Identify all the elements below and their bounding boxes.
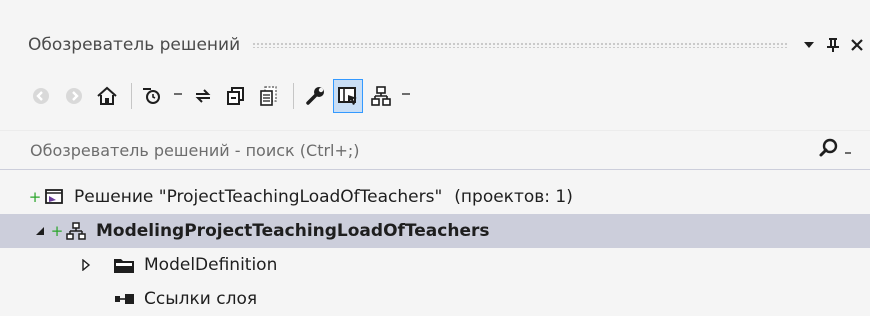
layer-references-label: Ссылки слоя: [144, 289, 258, 309]
layer-references-icon: [112, 287, 136, 311]
tree-row-project[interactable]: + ModelingProjectTeachingLoadOfTeachers: [0, 214, 870, 248]
collapse-all-icon[interactable]: [221, 79, 251, 113]
expand-triangle-icon[interactable]: [78, 259, 94, 271]
toolbar: [26, 76, 416, 116]
search-bar: [0, 130, 870, 170]
modeling-project-icon: [64, 219, 88, 243]
add-status-icon: +: [28, 188, 42, 206]
class-view-dropdown-icon[interactable]: [399, 79, 413, 113]
show-all-files-icon[interactable]: [254, 79, 284, 113]
tree-row-solution[interactable]: + Решение "ProjectTeachingLoadOfTeachers…: [0, 180, 870, 214]
preview-selected-items-icon[interactable]: [333, 79, 363, 113]
close-icon[interactable]: [846, 34, 868, 56]
project-label: ModelingProjectTeachingLoadOfTeachers: [96, 221, 490, 241]
pending-changes-filter-icon[interactable]: [138, 79, 168, 113]
toolbar-separator: [131, 83, 132, 109]
search-input[interactable]: [28, 139, 818, 161]
solution-icon: [42, 185, 66, 209]
solution-explorer-panel: Обозреватель решений Обозреватель решени…: [0, 0, 870, 316]
title-bar: Обозреватель решений: [0, 28, 870, 62]
add-status-icon: +: [50, 222, 64, 240]
title-grip[interactable]: [252, 42, 788, 48]
tree-row-layer-references[interactable]: Ссылки слоя: [0, 282, 870, 316]
filter-dropdown-icon[interactable]: [171, 79, 185, 113]
dropdown-arrow-icon[interactable]: [798, 34, 820, 56]
home-icon[interactable]: [92, 79, 122, 113]
solution-project-count: (проектов: 1): [454, 187, 573, 207]
search-dropdown-icon[interactable]: [844, 141, 852, 160]
search-icon[interactable]: [818, 137, 840, 163]
back-icon[interactable]: [26, 79, 56, 113]
solution-label: Решение "ProjectTeachingLoadOfTeachers": [74, 187, 443, 207]
toolbar-separator: [293, 83, 294, 109]
tree-row-folder[interactable]: ModelDefinition: [0, 248, 870, 282]
forward-icon[interactable]: [59, 79, 89, 113]
class-view-icon[interactable]: [366, 79, 396, 113]
panel-title: Обозреватель решений: [28, 35, 241, 55]
properties-icon[interactable]: [300, 79, 330, 113]
sync-with-active-document-icon[interactable]: [188, 79, 218, 113]
solution-tree: + Решение "ProjectTeachingLoadOfTeachers…: [0, 180, 870, 316]
pin-icon[interactable]: [822, 34, 844, 56]
folder-icon: [112, 253, 136, 277]
search-options[interactable]: [818, 137, 870, 163]
collapse-triangle-icon[interactable]: [32, 226, 48, 236]
folder-label: ModelDefinition: [144, 255, 278, 275]
